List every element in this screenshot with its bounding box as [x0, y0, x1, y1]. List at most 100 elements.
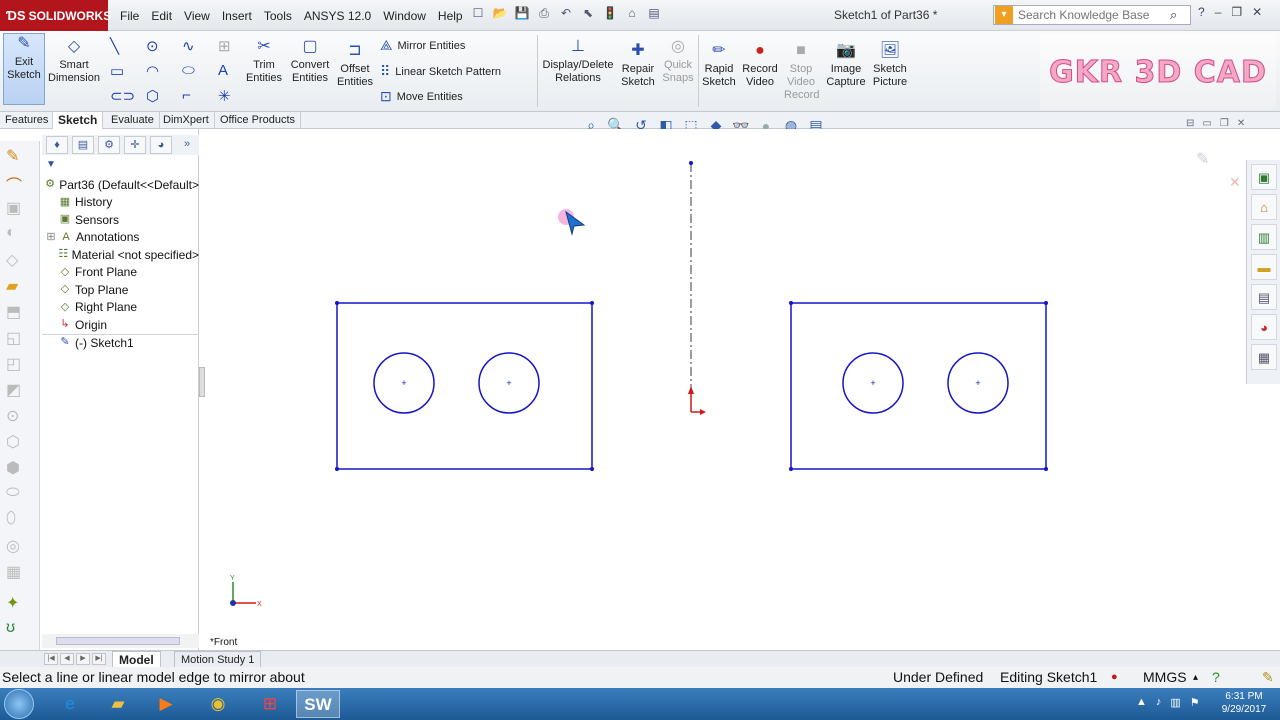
feature-manager-scrollbar[interactable] [42, 634, 199, 648]
prev-tab-icon[interactable]: ◀ [60, 653, 74, 665]
arc-icon[interactable]: ◠ [146, 62, 159, 80]
windows-start-icon[interactable] [4, 689, 34, 719]
open-folder-icon[interactable]: 📂 [492, 5, 508, 21]
text-icon[interactable]: A [218, 62, 228, 79]
cut-icon[interactable]: ⬒ [6, 302, 21, 322]
search-source-icon[interactable]: ▾ [995, 6, 1013, 24]
record-video-button[interactable]: ● Record Video [740, 41, 780, 89]
feature-tree-tab-icon[interactable]: ♦ [46, 136, 68, 154]
trim-entities-button[interactable]: ✂ Trim Entities [244, 37, 284, 85]
convert-entities-button[interactable]: ▢ Convert Entities [286, 37, 334, 85]
first-tab-icon[interactable]: |◀ [44, 653, 58, 665]
file-explorer-icon[interactable]: ▥ [1251, 224, 1277, 250]
expand-tabs-icon[interactable]: » [176, 136, 198, 154]
ellipse-icon[interactable]: ⬭ [182, 62, 195, 79]
smart-dimension-icon[interactable]: ⌒ [6, 172, 22, 196]
help-icon[interactable]: ? [1198, 5, 1205, 19]
curves-icon[interactable]: ʊ [6, 619, 15, 637]
status-help-icon[interactable]: ? [1212, 667, 1220, 688]
tab-model[interactable]: Model [112, 651, 161, 668]
tree-item-material[interactable]: ☷ Material <not specified> [42, 246, 199, 264]
menu-tools[interactable]: Tools [258, 9, 298, 23]
menu-help[interactable]: Help [432, 9, 469, 23]
system-clock[interactable]: 6:31 PM 9/29/2017 [1216, 690, 1272, 716]
rapid-sketch-button[interactable]: ✏ Rapid Sketch [702, 41, 736, 89]
fillet-tool-icon[interactable]: ◱ [6, 328, 21, 348]
rebuild-icon[interactable]: 🚦 [602, 5, 618, 21]
tab-evaluate[interactable]: Evaluate [106, 112, 160, 129]
media-player-icon[interactable]: ▶ [144, 690, 188, 718]
display-manager-tab-icon[interactable]: ◕ [150, 136, 172, 154]
hole-wizard-icon[interactable]: ⊙ [6, 406, 19, 426]
tab-motion-study[interactable]: Motion Study 1 [174, 651, 262, 668]
configuration-tab-icon[interactable]: ⚙ [98, 136, 120, 154]
status-pencil-icon[interactable]: ✎ [1262, 667, 1274, 688]
search-input[interactable] [1018, 8, 1168, 22]
loft-icon[interactable]: ▰ [6, 276, 18, 296]
tree-item-sketch1[interactable]: ✎ (-) Sketch1 [42, 333, 199, 352]
volume-icon[interactable]: ♪ [1156, 696, 1162, 709]
tree-item-top-plane[interactable]: ◇ Top Plane [42, 281, 199, 299]
smart-dimension-button[interactable]: ◇ Smart Dimension [46, 37, 102, 85]
mirror-entities-button[interactable]: ⟁ Mirror Entities [380, 37, 465, 54]
left-rectangle[interactable] [336, 302, 593, 470]
units-dropdown-icon[interactable]: ▴ [1193, 667, 1198, 688]
line-icon[interactable]: ╲ [110, 37, 119, 55]
solidworks-logo[interactable]: ƊS SOLIDWORKS [0, 0, 111, 31]
pattern-icon[interactable]: ⬭ [6, 484, 20, 502]
expand-icon[interactable]: ⊞ [46, 231, 56, 244]
circle-icon[interactable]: ⊙ [146, 37, 159, 55]
revolve-icon[interactable]: ◐ [6, 224, 16, 242]
stop-video-button[interactable]: ■ Stop Video Record [784, 41, 819, 102]
chrome-icon[interactable]: ◉ [196, 690, 240, 718]
confirmation-corner-icon[interactable]: ✎ [1196, 149, 1209, 168]
fillet-icon[interactable]: ⌐ [182, 87, 191, 104]
design-library-icon[interactable]: ⌂ [1251, 194, 1277, 220]
network-icon[interactable]: ▥ [1170, 696, 1180, 709]
search-knowledge-base[interactable]: ▾ ⌕ [993, 5, 1191, 25]
file-explorer-taskbar-icon[interactable]: ▰ [96, 690, 140, 718]
close-icon[interactable]: ✕ [1252, 5, 1262, 19]
tab-sketch[interactable]: Sketch [52, 112, 104, 129]
shell-icon[interactable]: ⬡ [6, 432, 20, 452]
tree-item-origin[interactable]: ↳ Origin [42, 316, 199, 334]
tile-icon[interactable]: ⊟ [1186, 118, 1194, 129]
spline-icon[interactable]: ∿ [182, 37, 195, 55]
sketch-icon[interactable]: ✎ [6, 146, 19, 166]
cancel-sketch-icon[interactable]: ✕ [1229, 175, 1241, 191]
tree-item-right-plane[interactable]: ◇ Right Plane [42, 299, 199, 317]
menu-ansys[interactable]: ANSYS 12.0 [298, 9, 377, 23]
search-icon[interactable]: ⌕ [1170, 7, 1177, 23]
tray-expand-icon[interactable]: ▲ [1136, 696, 1147, 709]
slot-icon[interactable]: ⊂⊃ [110, 87, 135, 105]
viewport-close-icon[interactable]: ✕ [1237, 118, 1245, 129]
scroll-thumb[interactable] [56, 637, 180, 645]
menu-view[interactable]: View [178, 9, 216, 23]
mirror-feature-icon[interactable]: ⬯ [6, 510, 16, 528]
menu-edit[interactable]: Edit [145, 9, 178, 23]
display-delete-relations-button[interactable]: ⊥ Display/Delete Relations [542, 37, 614, 85]
tab-office-products[interactable]: Office Products [215, 112, 301, 129]
tree-item-annotations[interactable]: ⊞ A Annotations [42, 229, 199, 247]
undo-icon[interactable]: ↶ [558, 5, 574, 21]
save-icon[interactable]: 💾 [514, 5, 530, 21]
quick-snaps-button[interactable]: ◎ Quick Snaps [661, 37, 695, 85]
status-units[interactable]: MMGS [1143, 667, 1187, 688]
menu-insert[interactable]: Insert [216, 9, 258, 23]
dome-icon[interactable]: ◎ [6, 536, 20, 556]
repair-sketch-button[interactable]: ✚ Repair Sketch [618, 41, 658, 89]
linear-pattern-button[interactable]: ⠿ Linear Sketch Pattern [380, 63, 501, 80]
print-icon[interactable]: ⎙ [536, 5, 552, 21]
grid-icon[interactable]: ⊞ [218, 37, 231, 55]
next-tab-icon[interactable]: ▶ [76, 653, 90, 665]
custom-properties-icon[interactable]: ▦ [1251, 344, 1277, 370]
reference-geometry-icon[interactable]: ✦ [6, 593, 19, 613]
tree-item-front-plane[interactable]: ◇ Front Plane [42, 264, 199, 282]
chamfer-icon[interactable]: ◰ [6, 354, 21, 374]
property-manager-tab-icon[interactable]: ▤ [72, 136, 94, 154]
wrap-icon[interactable]: ▦ [6, 562, 21, 582]
graphics-area[interactable]: + + + + Y X ✎ ✕ *Front [205, 129, 1245, 650]
windows-apps-icon[interactable]: ⊞ [248, 690, 292, 718]
offset-entities-button[interactable]: ⊐ Offset Entities [336, 41, 374, 89]
tab-dimxpert[interactable]: DimXpert [158, 112, 215, 129]
